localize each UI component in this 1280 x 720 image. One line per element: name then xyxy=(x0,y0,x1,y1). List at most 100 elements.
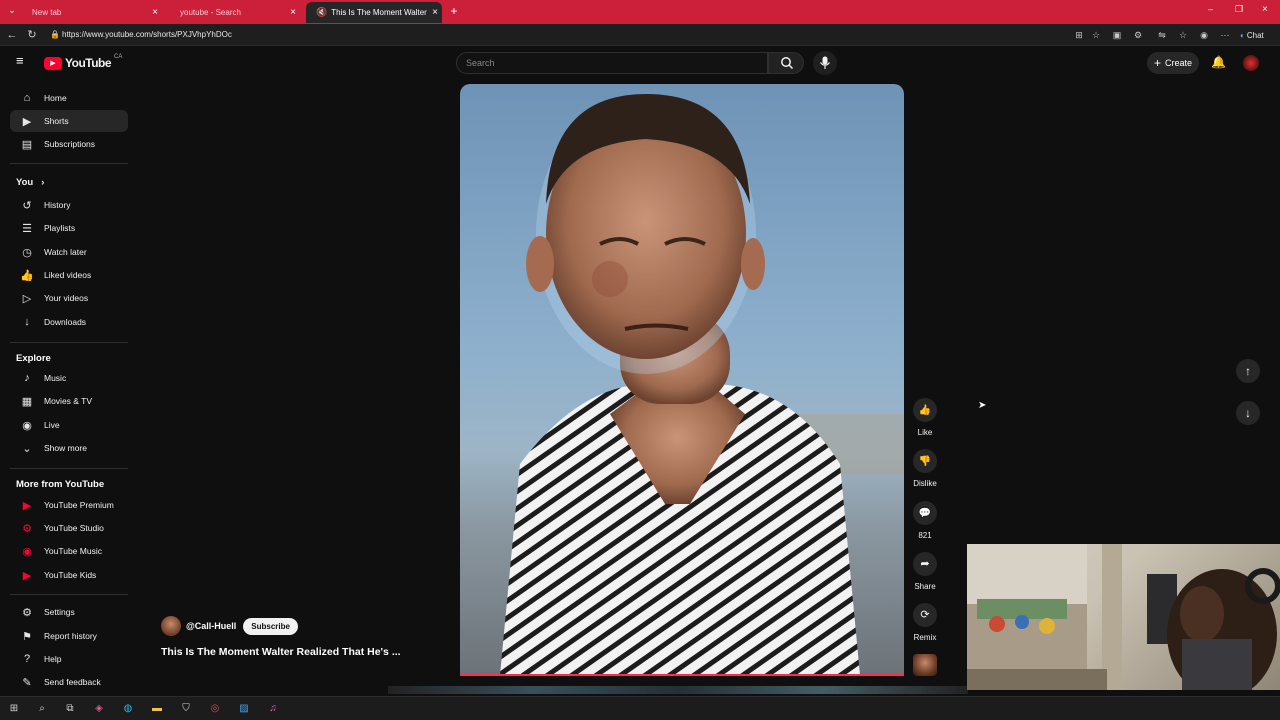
sidebar-item-label: Your videos xyxy=(44,293,89,303)
tab-actions-icon[interactable]: ⌄ xyxy=(6,5,18,19)
dislike-button[interactable]: 👎 xyxy=(913,449,937,473)
share-label: Share xyxy=(914,582,936,591)
sidebar-item-your-videos[interactable]: ▷ Your videos xyxy=(10,287,128,309)
remix-button[interactable]: ⟳ xyxy=(913,603,937,627)
app-available-icon[interactable]: ⊞ xyxy=(1073,29,1085,41)
remix-icon: ⟳ xyxy=(920,609,930,621)
split-screen-icon[interactable]: ⇋ xyxy=(1156,29,1168,41)
short-video-player[interactable] xyxy=(460,84,904,675)
thumbs-down-icon: 👎 xyxy=(918,456,932,467)
extension-icon[interactable]: ▣ xyxy=(1111,29,1123,41)
file-explorer-icon[interactable]: ▬ xyxy=(150,702,164,716)
thumbs-up-icon: 👍 xyxy=(918,405,932,416)
itunes-icon[interactable]: ♫ xyxy=(266,702,280,716)
arrow-down-icon: ↓ xyxy=(1245,406,1251,420)
tab-current-video[interactable]: 🔇 This Is The Moment Walter Re × xyxy=(306,2,442,23)
notifications-bell-icon[interactable]: 🔔 xyxy=(1211,55,1226,71)
explore-heading: Explore xyxy=(16,353,51,364)
microphone-icon xyxy=(820,56,830,69)
copilot-icon[interactable]: ◈ xyxy=(92,702,106,716)
tab-label: New tab xyxy=(32,8,62,17)
more-menu-icon[interactable]: ⋯ xyxy=(1219,29,1231,41)
edge-browser-icon[interactable]: ◍ xyxy=(121,702,135,716)
video-progress-bar[interactable] xyxy=(460,674,904,676)
sidebar-item-liked-videos[interactable]: 👍 Liked videos xyxy=(10,264,128,286)
sidebar-item-show-more[interactable]: ⌄ Show more xyxy=(10,437,128,459)
search-icon[interactable]: ⌕ xyxy=(35,702,49,716)
previous-short-button[interactable]: ↑ xyxy=(1236,359,1260,383)
sidebar-item-settings[interactable]: ⚙ Settings xyxy=(10,601,128,623)
sidebar-item-music[interactable]: ♪ Music xyxy=(10,367,128,389)
sidebar-item-youtube-premium[interactable]: ▶ YouTube Premium xyxy=(10,494,128,516)
sidebar-item-youtube-studio[interactable]: ⚙ YouTube Studio xyxy=(10,517,128,539)
thumbs-up-icon: 👍 xyxy=(20,269,34,282)
account-avatar[interactable] xyxy=(1243,55,1259,71)
sidebar-item-home[interactable]: ⌂ Home xyxy=(10,87,128,109)
sidebar-item-youtube-kids[interactable]: ▶ YouTube Kids xyxy=(10,564,128,586)
sidebar: ⌂ Home ▶ Shorts ▤ Subscriptions You › ↺ Histo… xyxy=(0,80,136,690)
sidebar-item-shorts[interactable]: ▶ Shorts xyxy=(10,110,128,132)
favorites-icon[interactable]: ☆ xyxy=(1177,29,1189,41)
tab-new-tab[interactable]: New tab × xyxy=(22,2,162,23)
windows-start-icon[interactable]: ⊞ xyxy=(7,702,21,716)
channel-name[interactable]: @Call-Huell xyxy=(186,621,236,631)
minimize-icon[interactable]: – xyxy=(1208,4,1220,14)
sidebar-item-youtube-music[interactable]: ◉ YouTube Music xyxy=(10,540,128,562)
sidebar-item-history[interactable]: ↺ History xyxy=(10,194,128,216)
remix-label: Remix xyxy=(913,633,937,642)
sidebar-item-send-feedback[interactable]: ✎ Send feedback xyxy=(10,671,128,693)
task-view-icon[interactable]: ⧉ xyxy=(63,702,77,716)
sidebar-item-you[interactable]: You › xyxy=(10,171,128,193)
sidebar-divider xyxy=(10,163,128,164)
refresh-icon[interactable]: ↻ xyxy=(25,28,39,42)
video-frame xyxy=(500,94,904,675)
favorite-star-icon[interactable]: ☆ xyxy=(1090,29,1102,41)
create-button[interactable]: + Create xyxy=(1147,52,1199,74)
sidebar-item-playlists[interactable]: ☰ Playlists xyxy=(10,217,128,239)
short-title[interactable]: This Is The Moment Walter Realized That … xyxy=(161,646,401,658)
close-icon[interactable]: × xyxy=(148,7,162,18)
sidebar-item-label: Downloads xyxy=(44,317,87,327)
restore-icon[interactable]: ❐ xyxy=(1235,4,1247,15)
new-tab-button[interactable]: + xyxy=(447,4,461,18)
speaker-muted-icon[interactable]: 🔇 xyxy=(316,7,327,18)
subscribe-button[interactable]: Subscribe xyxy=(243,617,298,635)
obs-recorder-icon[interactable]: ◎ xyxy=(208,702,222,716)
voice-search-button[interactable] xyxy=(813,51,837,75)
audio-track-thumbnail[interactable] xyxy=(913,654,937,676)
address-bar: ← ↻ 🔒 https://www.youtube.com/shorts/PXJ… xyxy=(0,24,1280,46)
close-icon[interactable]: × xyxy=(286,7,300,18)
hamburger-menu-icon[interactable]: ≡ xyxy=(16,54,30,68)
sidebar-item-movies-tv[interactable]: ▦ Movies & TV xyxy=(10,390,128,412)
sidebar-item-downloads[interactable]: ↓ Downloads xyxy=(10,311,128,333)
sidebar-item-label: YouTube Premium xyxy=(44,500,114,510)
share-button[interactable]: ➦ xyxy=(913,552,937,576)
search-button[interactable] xyxy=(768,52,804,74)
photos-app-icon[interactable]: ▨ xyxy=(237,702,251,716)
history-icon: ↺ xyxy=(22,199,32,212)
sidebar-item-report-history[interactable]: ⚑ Report history xyxy=(10,625,128,647)
sidebar-item-help[interactable]: ? Help xyxy=(10,648,128,670)
close-icon[interactable]: × xyxy=(428,7,442,18)
comments-button[interactable]: 💬 xyxy=(913,501,937,525)
window-close-icon[interactable]: × xyxy=(1262,4,1274,15)
youtube-logo[interactable]: ▶ YouTube CA xyxy=(44,54,122,72)
tab-youtube-search[interactable]: youtube - Search × xyxy=(170,2,300,23)
back-icon[interactable]: ← xyxy=(5,28,19,42)
next-short-button[interactable]: ↓ xyxy=(1236,401,1260,425)
youtube-premium-icon: ▶ xyxy=(22,499,32,512)
search-input[interactable]: Search xyxy=(456,52,768,74)
url-field[interactable]: 🔒 https://www.youtube.com/shorts/PXJVhpY… xyxy=(48,27,1088,43)
dislike-label: Dislike xyxy=(913,479,937,488)
channel-avatar[interactable] xyxy=(161,616,181,636)
profile-icon[interactable]: ◉ xyxy=(1198,29,1210,41)
like-button[interactable]: 👍 xyxy=(913,398,937,422)
arrow-up-icon: ↑ xyxy=(1245,364,1251,378)
extension-icon[interactable]: ⚙ xyxy=(1132,29,1144,41)
copilot-chat-button[interactable]: ◐ Chat xyxy=(1240,28,1264,42)
sidebar-item-subscriptions[interactable]: ▤ Subscriptions xyxy=(10,133,128,155)
sidebar-item-live[interactable]: ◉ Live xyxy=(10,414,128,436)
sidebar-item-watch-later[interactable]: ◷ Watch later xyxy=(10,241,128,263)
defender-shield-icon[interactable]: ⛉ xyxy=(179,702,193,716)
sidebar-item-label: Music xyxy=(44,373,67,383)
